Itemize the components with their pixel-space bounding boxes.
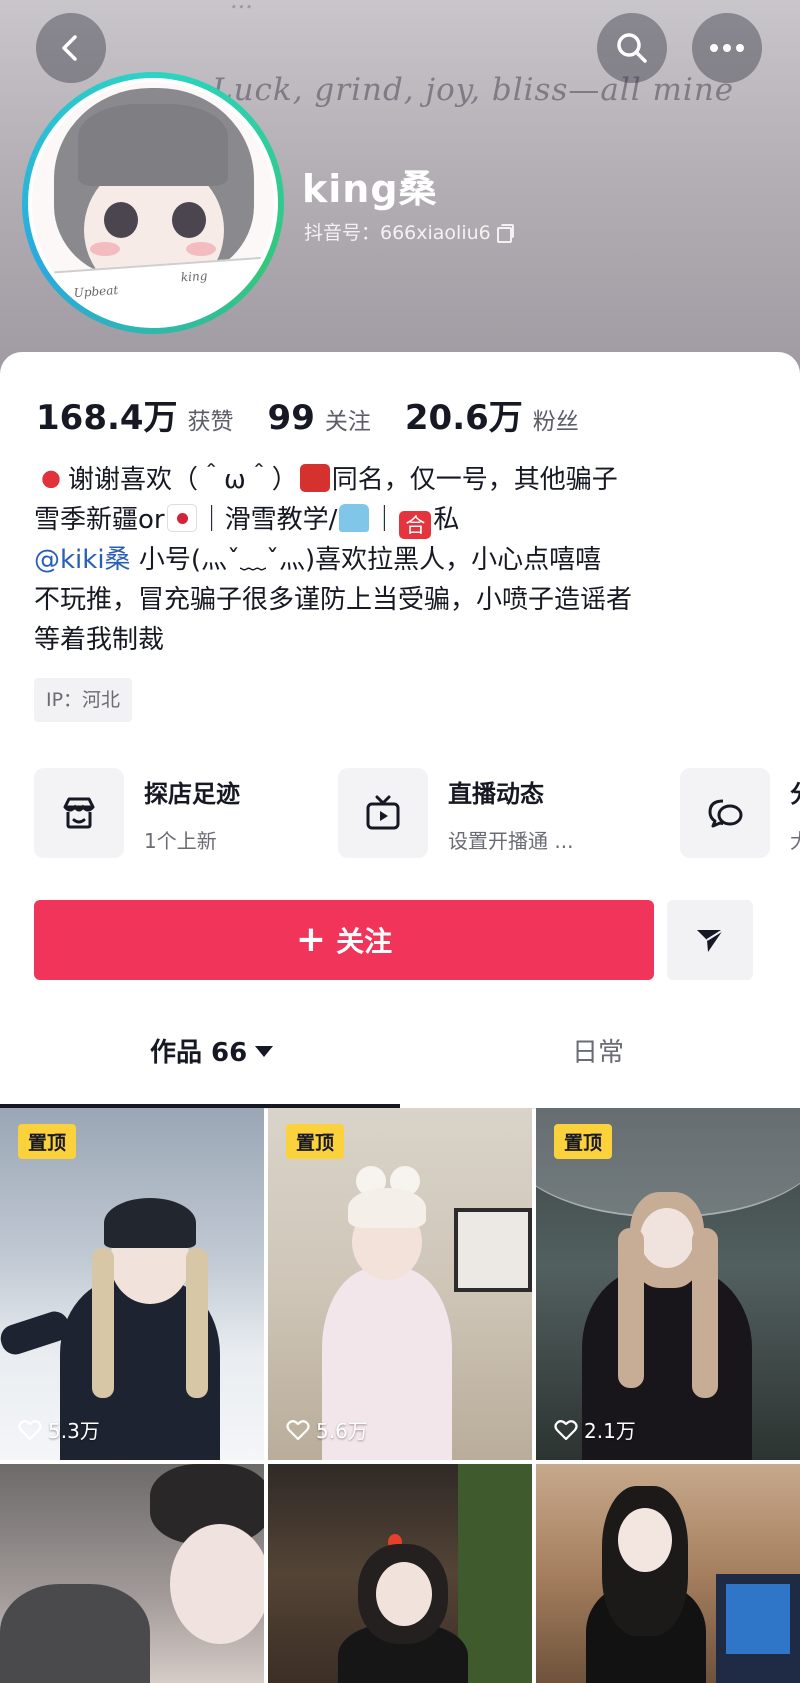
tab-label: 作品 66 [150,1038,248,1068]
douyin-id: 抖音号：666xiaoliu6 [304,218,514,245]
like-count-text: 2.1万 [584,1419,636,1443]
banner-text-top: ... [230,0,253,14]
avatar-paper-text-left: Upbeat [73,282,119,301]
chat-icon [680,768,770,858]
like-count: 5.6万 [286,1415,368,1444]
stat-label: 粉丝 [532,409,579,435]
pinned-badge: 置顶 [286,1124,345,1159]
bio-text: 私 [433,505,460,535]
video-thumbnail[interactable]: 置顶 5.3万 [0,1108,264,1460]
search-button[interactable] [597,13,667,83]
stat-label: 获赞 [187,409,234,435]
tshirt-emoji-icon [339,504,370,532]
shortcut-row: 探店足迹 1个上新 直播动态 设置开播通 ... [34,768,800,858]
book-emoji-icon [299,464,330,492]
profile-banner: ... Luck, grind, joy, bliss—all mine Upb… [0,0,800,380]
stat-value: 168.4万 [36,398,178,438]
chevron-left-icon [62,35,77,61]
pinned-badge: 置顶 [554,1124,613,1159]
more-button[interactable] [692,13,762,83]
bio-line-1: 谢谢喜欢（＾ω＾） 同名，仅一号，其他骗子 [34,460,774,500]
heart-icon [18,1419,42,1440]
bio-line-3: @kiki桑 小号(灬ˇ﹏ˇ灬)喜欢拉黑人，小心点嘻嘻 [34,540,774,580]
tab-works[interactable]: 作品 66 [150,1032,274,1069]
tab-daily[interactable]: 日常 [572,1032,624,1069]
bio-line-2: 雪季新疆or ｜滑雪教学/ ｜合私 [34,500,774,540]
bio-text: 雪季新疆or [34,505,165,535]
bio-line-5: 等着我制裁 [34,625,165,655]
more-dots-icon [710,44,744,52]
video-thumbnail[interactable]: 置顶 2.1万 [536,1108,800,1460]
mention-link[interactable]: @kiki桑 [34,545,131,575]
shortcut-live[interactable]: 直播动态 设置开播通 ... [338,768,573,858]
copy-icon[interactable] [496,223,514,243]
shortcut-subtitle: 1个上新 [144,829,217,853]
tv-icon [338,768,428,858]
shortcut-subtitle: 设置开播通 ... [448,829,574,853]
plus-icon: + [295,919,327,960]
stat-value: 20.6万 [404,398,523,438]
shortcut-share[interactable]: 分 大 [680,768,800,858]
shortcut-title: 探店足迹 [144,780,240,808]
stats-row: 168.4万 获赞 99 关注 20.6万 粉丝 [36,390,579,439]
stat-label: 关注 [324,409,371,435]
video-thumbnail[interactable] [268,1464,532,1683]
shortcut-title: 分 [790,774,800,809]
video-thumbnail[interactable] [536,1464,800,1683]
shop-icon [34,768,124,858]
banner-text: Luck, grind, joy, bliss—all mine [212,72,735,108]
japan-flag-icon [166,504,197,532]
like-count: 5.3万 [18,1415,100,1444]
bio-text: ｜滑雪教学/ [198,505,338,535]
shortcut-subtitle: 大 [790,825,800,854]
pinned-badge: 置顶 [18,1124,77,1159]
heart-icon [554,1419,578,1440]
heart-icon [286,1419,310,1440]
avatar: Upbeat king [28,78,278,328]
shortcut-shop-visits[interactable]: 探店足迹 1个上新 [34,768,240,858]
stat-likes[interactable]: 168.4万 获赞 [36,390,234,439]
douyin-id-text: 抖音号：666xiaoliu6 [304,222,491,244]
bio-text: 同名，仅一号，其他骗子 [331,465,618,495]
follow-label: 关注 [336,925,393,958]
he-emoji-icon: 合 [399,511,432,539]
follow-button[interactable]: + 关注 [34,900,654,980]
like-count: 2.1万 [554,1415,636,1444]
stat-followers[interactable]: 20.6万 粉丝 [405,390,579,439]
bio-text: ｜ [371,505,398,535]
like-count-text: 5.3万 [48,1419,100,1443]
shortcut-title: 直播动态 [448,780,544,808]
stat-value: 99 [267,398,315,438]
avatar-paper-text-right: king [180,268,208,285]
bow-emoji-icon [36,464,66,492]
bio-text: 小号(灬ˇ﹏ˇ灬)喜欢拉黑人，小心点嘻嘻 [130,545,602,575]
message-button[interactable] [667,900,753,980]
bio: 谢谢喜欢（＾ω＾） 同名，仅一号，其他骗子 雪季新疆or ｜滑雪教学/ ｜合私 @ki… [34,460,774,660]
nickname: king桑 [302,167,438,211]
content-tabs: 作品 66 日常 [0,1032,800,1090]
video-thumbnail[interactable] [0,1464,264,1683]
send-icon [697,929,724,952]
ip-location-tag: IP：河北 [34,678,133,722]
bio-line-4: 不玩推，冒充骗子很多谨防上当受骗，小喷子造谣者 [34,585,633,615]
caret-down-icon [255,1046,274,1057]
back-button[interactable] [36,13,106,83]
video-thumbnail[interactable]: 置顶 5.6万 [268,1108,532,1460]
avatar-ring[interactable]: Upbeat king [22,72,284,334]
bio-text: 谢谢喜欢（＾ω＾） [68,465,298,495]
search-icon [617,33,647,63]
stat-following[interactable]: 99 关注 [268,398,371,438]
like-count-text: 5.6万 [316,1419,368,1443]
